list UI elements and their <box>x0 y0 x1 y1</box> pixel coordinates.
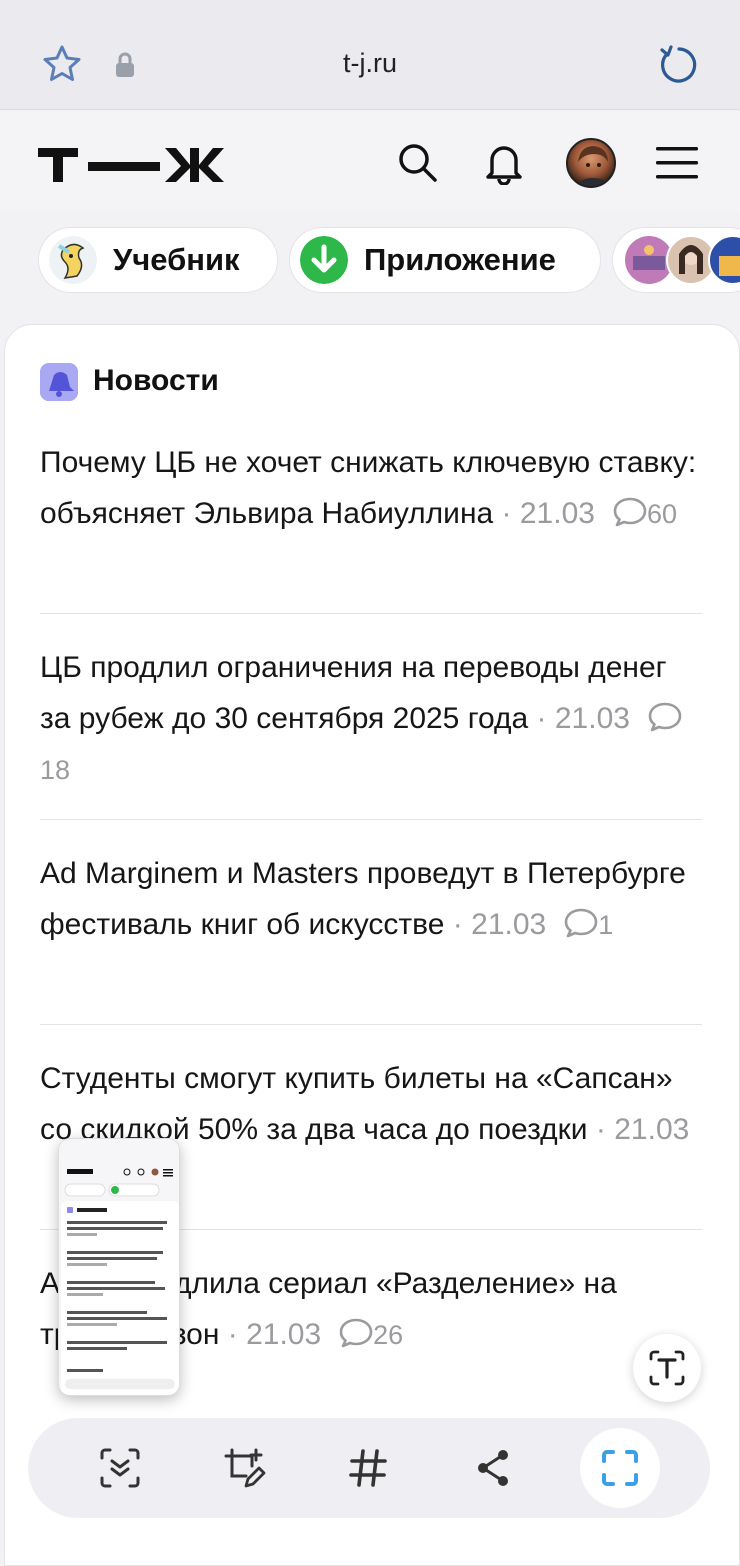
news-item-title[interactable]: Студенты смогут купить билеты на «Сапсан… <box>40 1062 673 1146</box>
news-bell-icon <box>40 363 78 401</box>
comment-icon <box>613 497 647 527</box>
news-item-date: 21.03 <box>471 908 547 941</box>
text-icon <box>649 1350 685 1386</box>
divider <box>40 613 702 614</box>
edit-crop-icon[interactable] <box>222 1446 266 1490</box>
textbook-icon <box>49 236 97 284</box>
bell-icon[interactable] <box>484 141 524 185</box>
address-bar-url[interactable]: t-j.ru <box>0 48 740 79</box>
avatar[interactable] <box>566 138 616 188</box>
thumbnail-image <box>59 1139 179 1395</box>
chip-app[interactable]: Приложение <box>289 227 601 293</box>
news-section-title[interactable]: Новости <box>93 364 219 398</box>
news-item[interactable]: Ad Marginem и Masters проведут в Петербу… <box>40 848 702 951</box>
comment-icon <box>648 702 682 732</box>
chip-textbook-label: Учебник <box>113 242 240 277</box>
news-item-date: 21.03 <box>614 1113 690 1146</box>
news-item-date: 21.03 <box>519 497 595 530</box>
news-item[interactable]: ЦБ продлил ограничения на переводы денег… <box>40 642 702 796</box>
stories-avatars <box>625 235 740 285</box>
news-item-comments: 60 <box>646 499 677 529</box>
share-icon[interactable] <box>472 1446 516 1490</box>
site-header <box>0 111 740 211</box>
hashtag-icon[interactable] <box>346 1446 390 1490</box>
reload-icon[interactable] <box>658 44 700 86</box>
chip-stories[interactable] <box>612 227 740 293</box>
screenshot-preview-thumbnail[interactable] <box>58 1138 180 1396</box>
news-item[interactable]: Почему ЦБ не хочет снижать ключевую став… <box>40 437 702 540</box>
chip-app-label: Приложение <box>364 242 556 277</box>
news-item-date: 21.03 <box>246 1318 322 1351</box>
divider <box>40 1024 702 1025</box>
news-item-date: 21.03 <box>554 702 630 735</box>
chip-textbook[interactable]: Учебник <box>38 227 278 293</box>
divider <box>40 819 702 820</box>
news-item-comments: 1 <box>598 910 614 940</box>
menu-icon[interactable] <box>656 146 698 180</box>
scan-text-icon[interactable] <box>98 1446 142 1490</box>
comment-icon <box>564 908 598 938</box>
comment-icon <box>339 1318 373 1348</box>
expand-capture-icon[interactable] <box>598 1446 642 1490</box>
search-icon[interactable] <box>397 142 439 184</box>
news-item-comments: 18 <box>40 755 71 785</box>
browser-bar: t-j.ru <box>0 0 740 110</box>
news-item-title[interactable]: Почему ЦБ не хочет снижать ключевую став… <box>40 446 696 530</box>
tzh-logo[interactable] <box>38 145 232 193</box>
extract-text-button[interactable] <box>633 1334 701 1402</box>
news-item-comments: 26 <box>373 1320 404 1350</box>
download-icon <box>300 236 348 284</box>
